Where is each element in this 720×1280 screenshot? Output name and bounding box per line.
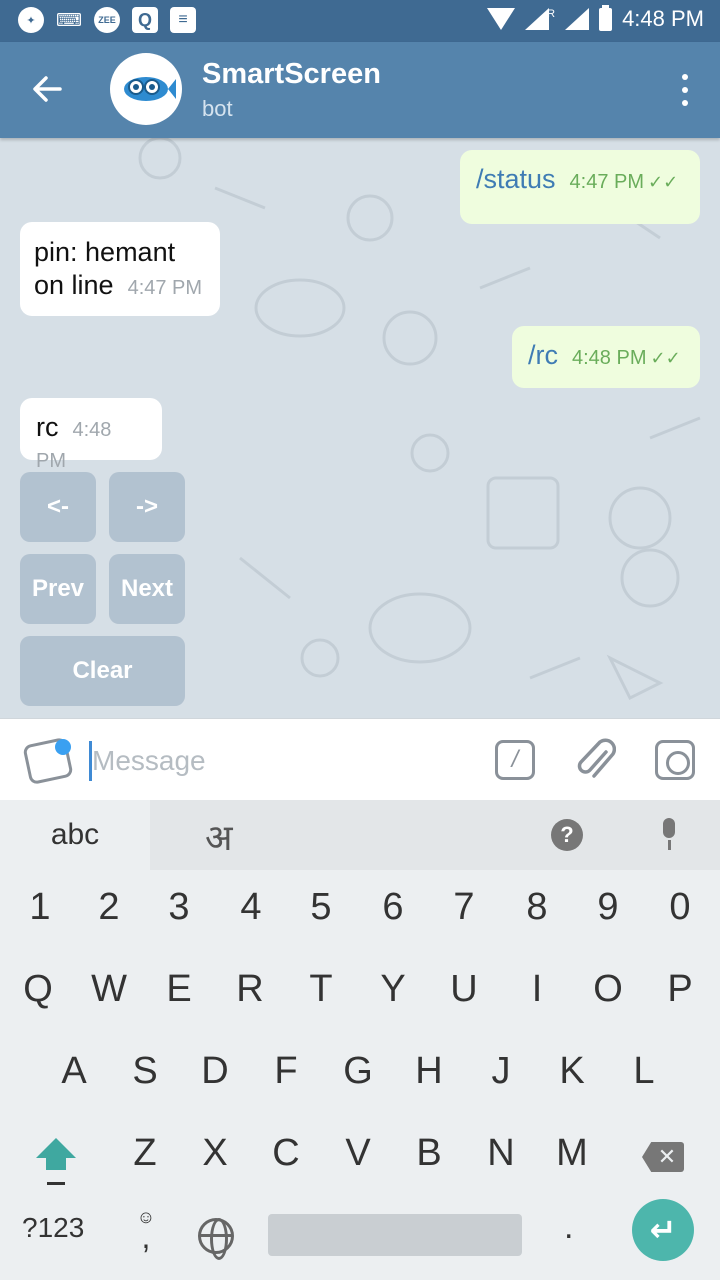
message-text: rc: [36, 412, 59, 442]
key-0[interactable]: 0: [650, 872, 710, 942]
chat-title[interactable]: SmartScreen: [202, 58, 381, 91]
space-key[interactable]: [268, 1214, 522, 1256]
chat-subtitle: bot: [202, 96, 233, 121]
key-b[interactable]: B: [399, 1118, 459, 1188]
read-ticks-icon: ✓✓: [650, 348, 681, 368]
key-a[interactable]: A: [44, 1036, 104, 1106]
keyboard-suggestion-bar: abc अ ?: [0, 800, 720, 870]
key-q[interactable]: Q: [8, 954, 68, 1024]
key-y[interactable]: Y: [363, 954, 423, 1024]
notification-icons: ✦ ⌨ ZEE Q ≡: [18, 7, 196, 33]
key-m[interactable]: M: [542, 1118, 602, 1188]
key-8[interactable]: 8: [507, 872, 567, 942]
attach-icon[interactable]: [574, 737, 618, 783]
language-hindi-key[interactable]: अ: [205, 812, 233, 861]
key-h[interactable]: H: [399, 1036, 459, 1106]
microphone-icon[interactable]: [658, 818, 680, 852]
message-composer: /: [0, 718, 720, 800]
key-4[interactable]: 4: [221, 872, 281, 942]
number-row: 1 2 3 4 5 6 7 8 9 0: [0, 872, 720, 954]
key-1[interactable]: 1: [10, 872, 70, 942]
key-7[interactable]: 7: [434, 872, 494, 942]
more-options-icon[interactable]: [680, 74, 690, 106]
key-u[interactable]: U: [434, 954, 494, 1024]
key-n[interactable]: N: [471, 1118, 531, 1188]
battery-icon: [599, 4, 613, 31]
message-text-line2: on line: [34, 270, 114, 300]
shift-lock-indicator: [47, 1182, 65, 1185]
q-icon: Q: [132, 7, 158, 33]
key-r[interactable]: R: [220, 954, 280, 1024]
language-abc-key[interactable]: abc: [0, 800, 150, 870]
incoming-message[interactable]: rc 4:48 PM: [20, 398, 162, 472]
signal-icon: [565, 8, 590, 30]
zee-icon: ZEE: [94, 7, 120, 33]
key-v[interactable]: V: [328, 1118, 388, 1188]
bot-button-forward[interactable]: ->: [109, 472, 185, 542]
message-text: /status: [476, 164, 556, 194]
key-p[interactable]: P: [650, 954, 710, 1024]
key-f[interactable]: F: [256, 1036, 316, 1106]
message-time: 4:48 PM: [572, 347, 647, 369]
key-o[interactable]: O: [578, 954, 638, 1024]
enter-icon[interactable]: ↵: [632, 1199, 694, 1261]
period-key[interactable]: .: [564, 1208, 573, 1247]
key-5[interactable]: 5: [291, 872, 351, 942]
keyboard-icon: ⌨: [56, 9, 82, 30]
camera-icon[interactable]: [655, 740, 695, 780]
help-icon[interactable]: ?: [551, 819, 583, 851]
wifi-icon: [487, 8, 516, 30]
message-time: 4:47 PM: [127, 277, 203, 299]
incoming-message[interactable]: pin: hemant on line 4:47 PM: [20, 222, 220, 316]
outgoing-message[interactable]: /status 4:47 PM ✓✓: [460, 150, 700, 224]
key-w[interactable]: W: [79, 954, 139, 1024]
message-input[interactable]: [92, 739, 472, 783]
letter-row-3: Z X C V B N M: [0, 1118, 720, 1200]
bot-button-back[interactable]: <-: [20, 472, 96, 542]
status-time: 4:48 PM: [622, 6, 704, 31]
key-e[interactable]: E: [149, 954, 209, 1024]
key-s[interactable]: S: [115, 1036, 175, 1106]
bot-button-prev[interactable]: Prev: [20, 554, 96, 624]
message-text: /rc: [528, 340, 558, 370]
key-t[interactable]: T: [291, 954, 351, 1024]
bot-avatar[interactable]: [110, 53, 182, 125]
status-bar: ✦ ⌨ ZEE Q ≡ R 4:48 PM: [0, 0, 720, 42]
key-x[interactable]: X: [185, 1118, 245, 1188]
key-3[interactable]: 3: [149, 872, 209, 942]
bot-commands-icon[interactable]: /: [495, 740, 535, 780]
news-icon: ≡: [170, 7, 196, 33]
key-6[interactable]: 6: [363, 872, 423, 942]
key-2[interactable]: 2: [79, 872, 139, 942]
back-arrow-icon[interactable]: [30, 72, 64, 106]
key-l[interactable]: L: [614, 1036, 674, 1106]
shift-icon[interactable]: [36, 1138, 76, 1188]
chat-header: SmartScreen bot: [0, 42, 720, 138]
key-g[interactable]: G: [328, 1036, 388, 1106]
signal-roaming-icon: R: [525, 8, 555, 30]
globe-icon[interactable]: [198, 1218, 234, 1260]
key-z[interactable]: Z: [115, 1118, 175, 1188]
read-ticks-icon: ✓✓: [648, 172, 679, 192]
symbols-key[interactable]: ?123: [22, 1212, 84, 1244]
comma-key[interactable]: ☺ ,: [134, 1208, 158, 1253]
key-i[interactable]: I: [507, 954, 567, 1024]
outgoing-message[interactable]: /rc 4:48 PM ✓✓: [512, 326, 700, 388]
key-j[interactable]: J: [471, 1036, 531, 1106]
aperture-icon: ✦: [18, 7, 44, 33]
new-sticker-dot: [55, 739, 71, 755]
bot-button-next[interactable]: Next: [109, 554, 185, 624]
message-text-line1: pin: hemant: [34, 237, 176, 267]
key-k[interactable]: K: [542, 1036, 602, 1106]
letter-row-2: A S D F G H J K L: [0, 1036, 720, 1118]
key-9[interactable]: 9: [578, 872, 638, 942]
system-icons: R 4:48 PM: [487, 4, 704, 32]
message-list[interactable]: /status 4:47 PM ✓✓ pin: hemant on line 4:47…: [0, 138, 720, 718]
key-c[interactable]: C: [256, 1118, 316, 1188]
key-d[interactable]: D: [185, 1036, 245, 1106]
bot-button-clear[interactable]: Clear: [20, 636, 185, 706]
message-time: 4:47 PM: [569, 171, 645, 193]
fish-logo-icon: [124, 77, 176, 101]
letter-row-1: Q W E R T Y U I O P: [0, 954, 720, 1036]
